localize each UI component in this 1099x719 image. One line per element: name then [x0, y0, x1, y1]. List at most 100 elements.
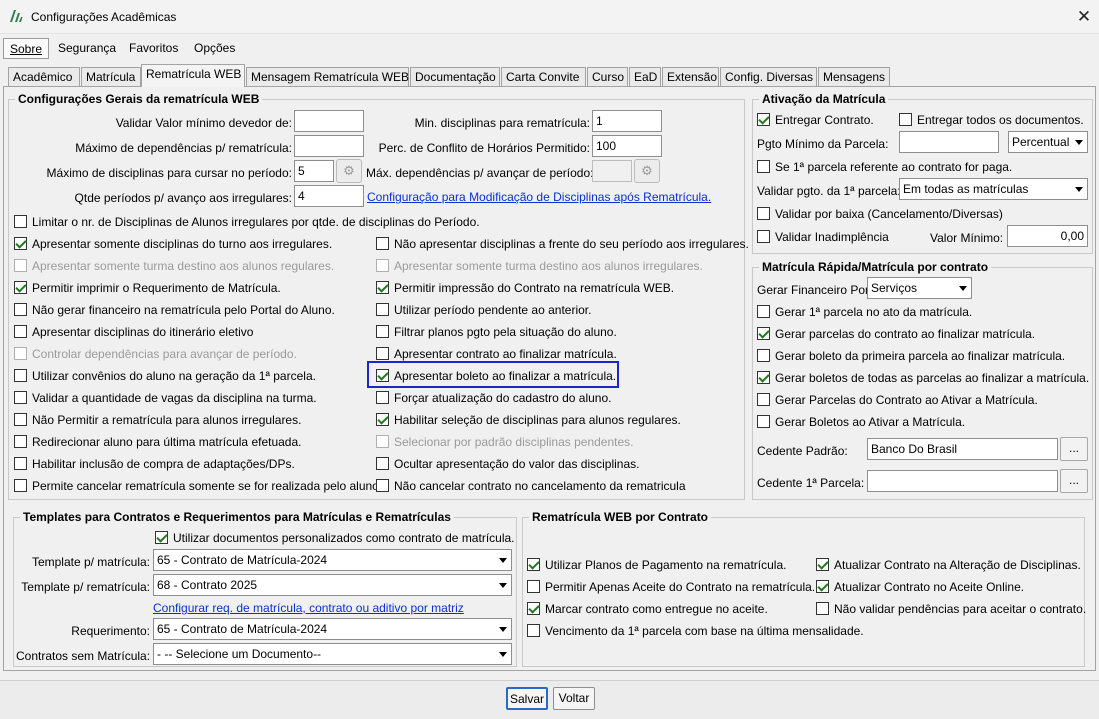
menu-sobre[interactable]: Sobre — [3, 38, 50, 59]
checkbox-box[interactable] — [757, 415, 770, 428]
checkbox-box[interactable] — [527, 602, 540, 615]
checkbox-box[interactable] — [757, 207, 770, 220]
checkbox-box[interactable] — [14, 325, 27, 338]
general-checkbox-right[interactable]: Ocultar apresentação do valor das discip… — [376, 457, 639, 471]
tab-rematricula-web[interactable]: Rematrícula WEB — [141, 64, 245, 87]
checkbox-box[interactable] — [376, 413, 389, 426]
checkbox-box[interactable] — [757, 349, 770, 362]
checkbox-box[interactable] — [527, 624, 540, 637]
tab-carta-convite[interactable]: Carta Convite — [501, 67, 586, 86]
gear-icon[interactable]: ⚙ — [336, 159, 362, 183]
valor-minimo-input[interactable] — [294, 110, 364, 132]
general-checkbox-left[interactable]: Habilitar inclusão de compra de adaptaçõ… — [14, 457, 295, 471]
back-button[interactable]: Voltar — [553, 687, 595, 710]
pgto-minimo-type-select[interactable]: Percentual — [1008, 131, 1088, 153]
rapida-checkbox[interactable]: Gerar parcelas do contrato ao finalizar … — [757, 327, 1035, 341]
menu-favoritos[interactable]: Favoritos — [123, 38, 184, 59]
validar-inadimplencia-checkbox[interactable]: Validar Inadimplência — [757, 230, 889, 244]
general-checkbox-right[interactable]: Utilizar período pendente ao anterior. — [376, 303, 591, 317]
perc-conflito-input[interactable]: 100 — [592, 135, 662, 157]
general-checkbox-left[interactable]: Utilizar convênios do aluno na geração d… — [14, 369, 316, 383]
cedente-padrao-browse-button[interactable]: ... — [1060, 437, 1088, 461]
entregar-todos-checkbox[interactable]: Entregar todos os documentos. — [899, 113, 1084, 127]
pgto-minimo-input[interactable] — [899, 131, 999, 153]
template-rematricula-select[interactable]: 68 - Contrato 2025 — [153, 574, 512, 596]
checkbox-box[interactable] — [757, 113, 770, 126]
general-checkbox-left[interactable]: Apresentar disciplinas do itinerário ele… — [14, 325, 253, 339]
config-req-matricula-link[interactable]: Configurar req. de matrícula, contrato o… — [153, 601, 464, 615]
checkbox-box[interactable] — [376, 347, 389, 360]
checkbox-box[interactable] — [14, 281, 27, 294]
checkbox-box[interactable] — [757, 393, 770, 406]
rapida-checkbox[interactable]: Gerar Boletos ao Ativar a Matrícula. — [757, 415, 965, 429]
general-checkbox-left[interactable]: Permite cancelar rematrícula somente se … — [14, 479, 382, 493]
rapida-checkbox[interactable]: Gerar boletos de todas as parcelas ao fi… — [757, 371, 1089, 385]
tab-curso[interactable]: Curso — [587, 67, 628, 86]
min-disciplinas-input[interactable]: 1 — [592, 110, 662, 132]
checkbox-box[interactable] — [757, 371, 770, 384]
checkbox-box[interactable] — [14, 413, 27, 426]
general-checkbox-right[interactable]: Não apresentar disciplinas a frente do s… — [376, 237, 749, 251]
limit-disciplinas-checkbox[interactable]: Limitar o nr. de Disciplinas de Alunos i… — [14, 215, 480, 229]
general-checkbox-left[interactable]: Não Permitir a rematrícula para alunos i… — [14, 413, 301, 427]
contrato-checkbox-right[interactable]: Não validar pendências para aceitar o co… — [816, 602, 1086, 616]
validar-baixa-checkbox[interactable]: Validar por baixa (Cancelamento/Diversas… — [757, 207, 1003, 221]
contrato-checkbox-right[interactable]: Atualizar Contrato na Alteração de Disci… — [816, 558, 1081, 572]
menu-opcoes[interactable]: Opções — [188, 38, 241, 59]
tab-extensao[interactable]: Extensão — [662, 67, 719, 86]
cedente-1-parcela-browse-button[interactable]: ... — [1060, 469, 1088, 493]
contrato-checkbox-left[interactable]: Permitir Apenas Aceite do Contrato na re… — [527, 580, 815, 594]
gerar-financeiro-select[interactable]: Serviços — [867, 277, 972, 299]
general-checkbox-right[interactable]: Permitir impressão do Contrato na rematr… — [376, 281, 674, 295]
template-matricula-select[interactable]: 65 - Contrato de Matrícula-2024 — [153, 549, 512, 571]
general-checkbox-left[interactable]: Não gerar financeiro na rematrícula pelo… — [14, 303, 335, 317]
close-icon[interactable]: ✕ — [1070, 3, 1098, 31]
rapida-checkbox[interactable]: Gerar 1ª parcela no ato da matrícula. — [757, 305, 972, 319]
checkbox-box[interactable] — [376, 303, 389, 316]
checkbox-box[interactable] — [527, 580, 540, 593]
contrato-checkbox-right[interactable]: Atualizar Contrato no Aceite Online. — [816, 580, 1024, 594]
tab-matricula[interactable]: Matrícula — [81, 67, 141, 86]
tab-ead[interactable]: EaD — [629, 67, 661, 86]
checkbox-box[interactable] — [14, 391, 27, 404]
checkbox-box[interactable] — [14, 303, 27, 316]
menu-seguranca[interactable]: Segurança — [52, 38, 122, 59]
checkbox-box[interactable] — [14, 435, 27, 448]
valor-minimo-input[interactable]: 0,00 — [1007, 225, 1088, 247]
general-checkbox-left[interactable]: Permitir imprimir o Requerimento de Matr… — [14, 281, 281, 295]
checkbox-box[interactable] — [14, 237, 27, 250]
checkbox-box[interactable] — [816, 602, 829, 615]
tab-academico[interactable]: Acadêmico — [8, 67, 80, 86]
general-checkbox-right[interactable]: Apresentar contrato ao finalizar matrícu… — [376, 347, 617, 361]
cedente-padrao-input[interactable]: Banco Do Brasil — [867, 438, 1058, 460]
rapida-checkbox[interactable]: Gerar Parcelas do Contrato ao Ativar a M… — [757, 393, 1038, 407]
checkbox-box[interactable] — [757, 305, 770, 318]
cedente-1-parcela-input[interactable] — [867, 470, 1058, 492]
entregar-contrato-checkbox[interactable]: Entregar Contrato. — [757, 113, 874, 127]
max-disciplinas-input[interactable]: 5 — [294, 160, 334, 182]
validar-pgto-select[interactable]: Em todas as matrículas — [899, 178, 1088, 200]
checkbox-box[interactable] — [899, 113, 912, 126]
general-checkbox-left[interactable]: Apresentar somente disciplinas do turno … — [14, 237, 332, 251]
se-primeira-parcela-checkbox[interactable]: Se 1ª parcela referente ao contrato for … — [757, 160, 1012, 174]
contrato-checkbox-left[interactable]: Vencimento da 1ª parcela com base na últ… — [527, 624, 864, 638]
checkbox-box[interactable] — [376, 237, 389, 250]
general-checkbox-right[interactable]: Não cancelar contrato no cancelamento da… — [376, 479, 686, 493]
checkbox-box[interactable] — [527, 558, 540, 571]
checkbox-box[interactable] — [757, 327, 770, 340]
general-checkbox-left[interactable]: Validar a quantidade de vagas da discipl… — [14, 391, 317, 405]
checkbox-box[interactable] — [376, 281, 389, 294]
tab-mensagem-rematricula[interactable]: Mensagem Rematrícula WEB — [246, 67, 409, 86]
general-checkbox-left[interactable]: Redirecionar aluno para última matrícula… — [14, 435, 301, 449]
general-checkbox-right[interactable]: Forçar atualização do cadastro do aluno. — [376, 391, 611, 405]
general-checkbox-right[interactable]: Filtrar planos pgto pela situação do alu… — [376, 325, 617, 339]
tab-documentacao[interactable]: Documentação — [410, 67, 500, 86]
tab-mensagens[interactable]: Mensagens — [818, 67, 890, 86]
config-modificacao-link[interactable]: Configuração para Modificação de Discipl… — [367, 190, 711, 204]
save-button[interactable]: Salvar — [506, 687, 548, 710]
checkbox-box[interactable] — [155, 531, 168, 544]
contratos-sem-matricula-select[interactable]: - -- Selecione um Documento-- — [153, 643, 512, 665]
utilizar-documentos-checkbox[interactable]: Utilizar documentos personalizados como … — [155, 531, 515, 545]
rapida-checkbox[interactable]: Gerar boleto da primeira parcela ao fina… — [757, 349, 1065, 363]
checkbox-box[interactable] — [816, 580, 829, 593]
